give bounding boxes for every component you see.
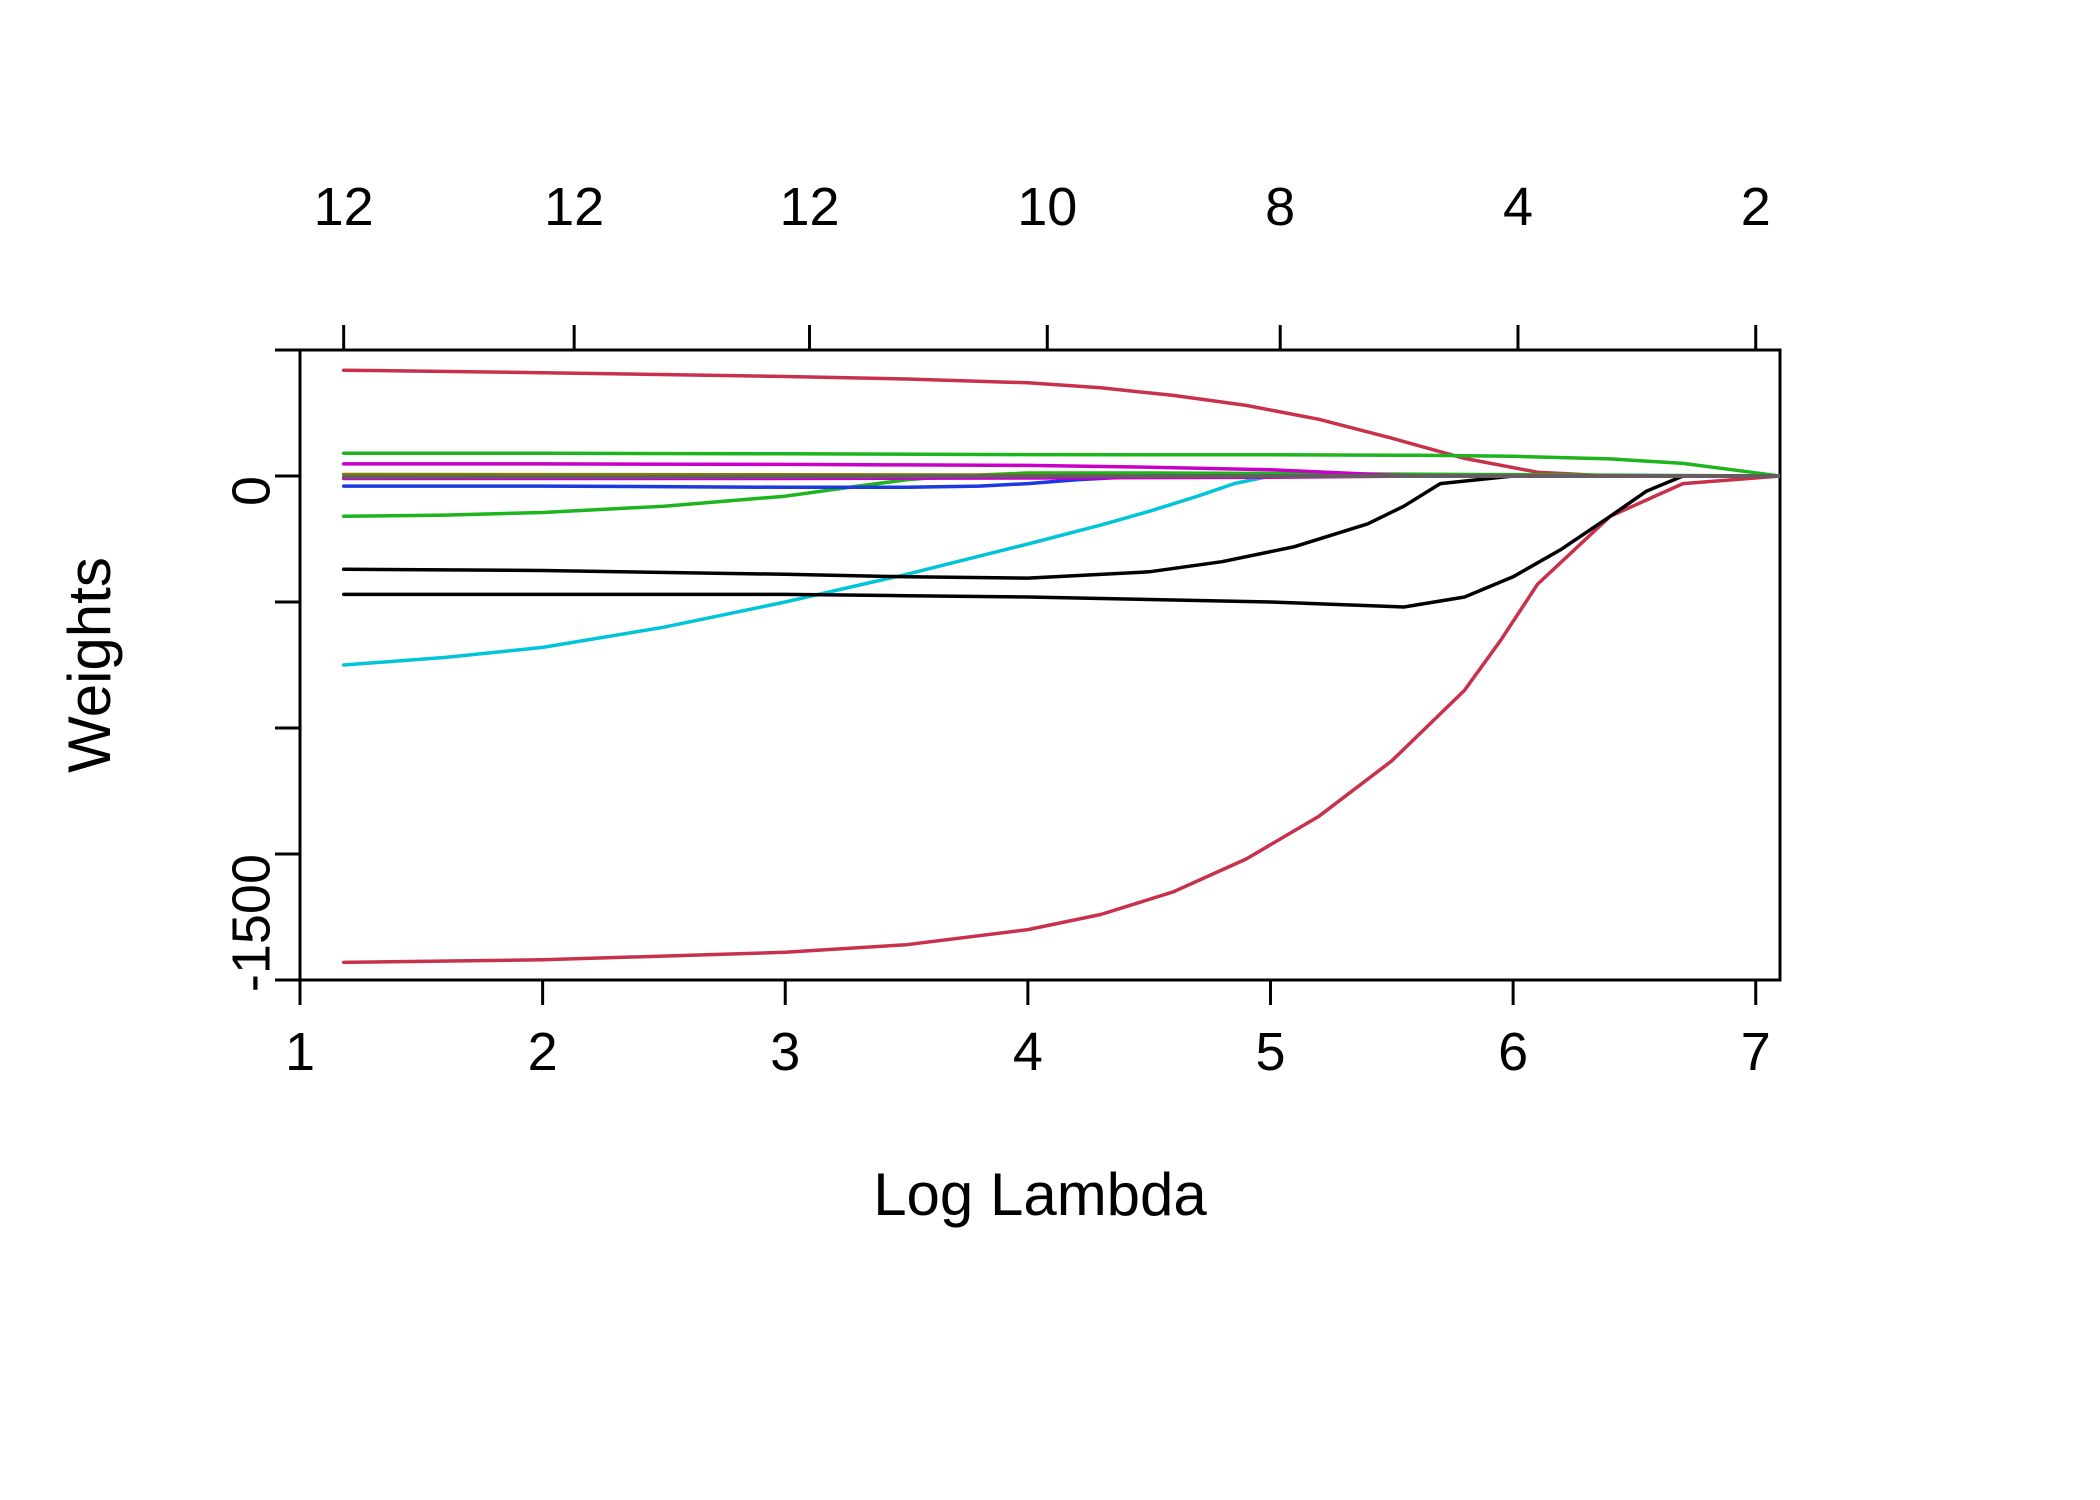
y-tick-label: 0	[221, 476, 281, 506]
x-tick-label: 4	[1013, 1022, 1043, 1082]
x-tick-label: 5	[1255, 1022, 1285, 1082]
coefficient-path-plot: 1234567-1500012121210842Log LambdaWeight…	[0, 0, 2100, 1500]
nvars-label: 4	[1503, 177, 1533, 237]
series-group	[344, 370, 1780, 962]
coef-red-top	[344, 370, 1780, 476]
coef-black-lower	[344, 476, 1780, 607]
nvars-label: 12	[314, 177, 374, 237]
x-tick-label: 6	[1498, 1022, 1528, 1082]
chart-container: 1234567-1500012121210842Log LambdaWeight…	[0, 0, 2100, 1500]
nvars-label: 12	[544, 177, 604, 237]
nvars-label: 10	[1017, 177, 1077, 237]
coef-near-zero-b	[344, 476, 1780, 477]
x-tick-label: 3	[770, 1022, 800, 1082]
plot-border	[300, 350, 1780, 980]
nvars-label: 12	[779, 177, 839, 237]
nvars-label: 8	[1265, 177, 1295, 237]
x-tick-label: 2	[528, 1022, 558, 1082]
y-axis-title: Weights	[56, 557, 123, 773]
x-tick-label: 7	[1741, 1022, 1771, 1082]
y-tick-label: -1500	[221, 854, 281, 992]
nvars-label: 2	[1741, 177, 1771, 237]
coef-black-upper	[344, 476, 1780, 578]
x-tick-label: 1	[285, 1022, 315, 1082]
x-axis-title: Log Lambda	[873, 1161, 1207, 1228]
